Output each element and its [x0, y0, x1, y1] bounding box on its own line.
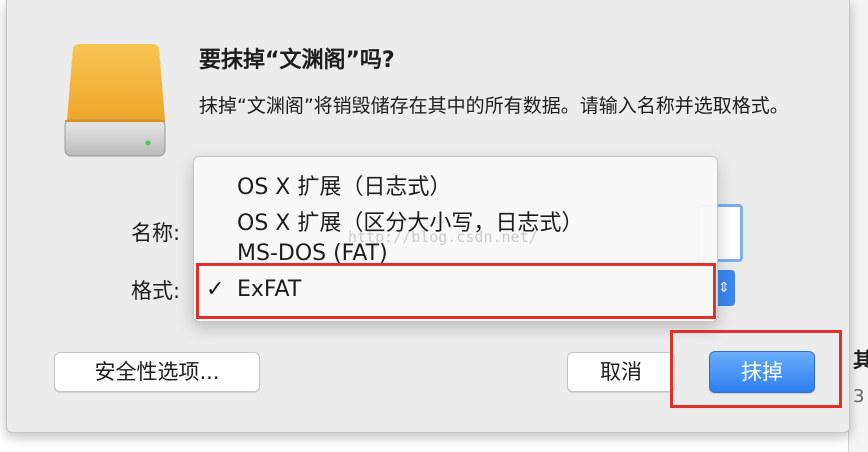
menu-item-osx-extended-journaled[interactable]: OS X 扩展（日志式）: [194, 163, 717, 200]
background-window-title-fragment: 其: [853, 348, 868, 372]
background-window-number-fragment: 3: [853, 386, 865, 407]
annotation-box-erase: [670, 330, 842, 408]
security-options-button[interactable]: 安全性选项...: [54, 352, 260, 392]
watermark: http://blog.csdn.net/: [348, 228, 538, 246]
annotation-box-exfat: [196, 263, 716, 319]
background-window: [848, 0, 868, 452]
dialog-description: 抹掉“文渊阁”将销毁储存在其中的所有数据。请输入名称并选取格式。: [199, 95, 789, 117]
menu-item-label: OS X 扩展（日志式）: [237, 175, 452, 200]
external-drive-icon: [64, 44, 166, 157]
name-label: 名称:: [131, 221, 181, 245]
format-label: 格式:: [131, 279, 181, 303]
cancel-button[interactable]: 取消: [567, 352, 675, 392]
dialog-title: 要抹掉“文渊阁”吗?: [199, 48, 395, 73]
